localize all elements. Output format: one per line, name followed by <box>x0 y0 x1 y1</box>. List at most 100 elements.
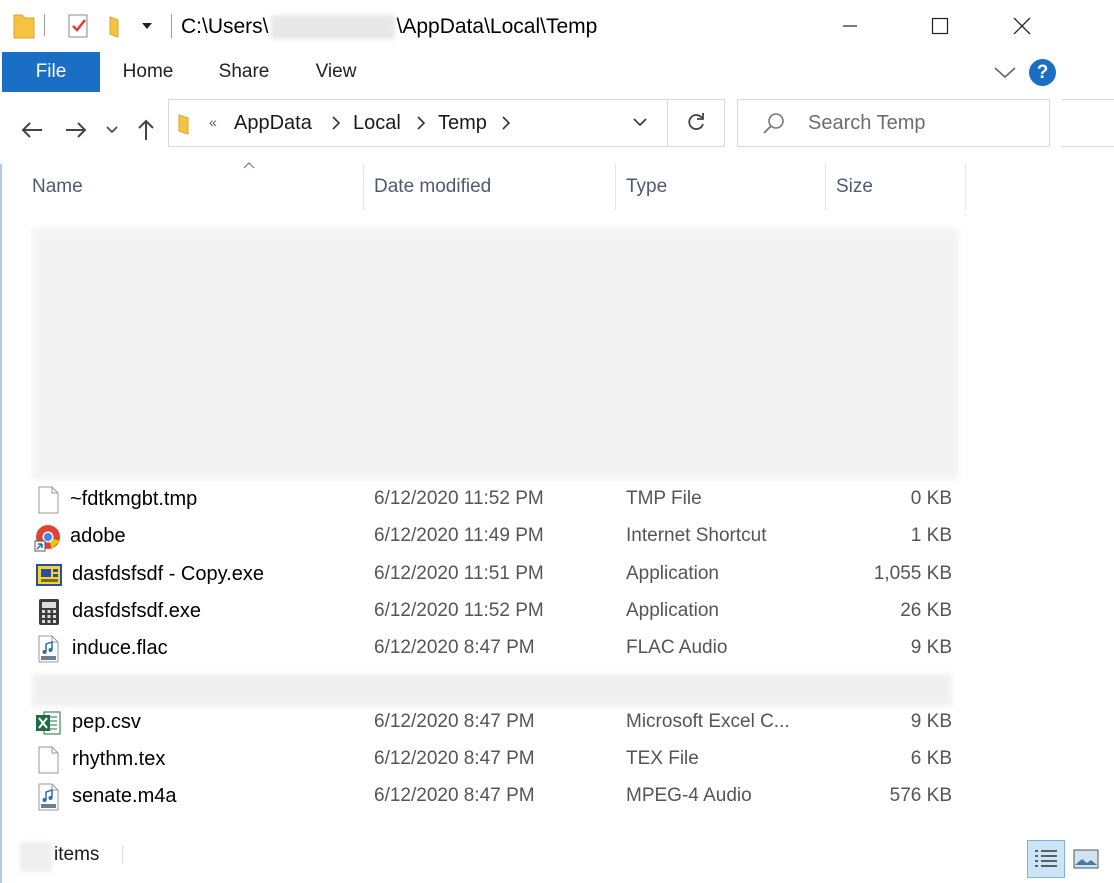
maximize-icon <box>931 17 949 35</box>
file-type: Application <box>626 563 719 584</box>
status-bar: items <box>0 838 1114 883</box>
column-header-name[interactable]: Name <box>22 164 362 210</box>
file-size: 1 KB <box>910 525 952 546</box>
blank-file-icon <box>34 485 62 515</box>
calculator-exe-icon <box>34 597 62 627</box>
up-button[interactable] <box>130 114 162 146</box>
blank-file-icon <box>34 745 62 775</box>
file-date: 6/12/2020 8:47 PM <box>374 785 535 806</box>
file-type: Microsoft Excel C... <box>626 711 790 732</box>
up-arrow-icon <box>138 119 154 140</box>
chevron-right-icon[interactable] <box>501 115 511 136</box>
properties-icon[interactable] <box>66 12 90 45</box>
customize-toolbar-dropdown-icon[interactable] <box>140 18 154 37</box>
column-headers: Name Date modified Type Size <box>0 164 1114 212</box>
recent-locations-button[interactable] <box>98 114 126 146</box>
large-icons-view-icon <box>1073 849 1099 869</box>
forward-arrow-icon <box>66 122 87 138</box>
column-header-type[interactable]: Type <box>616 164 824 210</box>
file-name: dasfdsfsdf - Copy.exe <box>72 563 264 585</box>
file-date: 6/12/2020 8:47 PM <box>374 748 535 769</box>
title-suffix: \AppData\Local\Temp <box>396 15 598 38</box>
details-view-button[interactable] <box>1027 840 1065 878</box>
qa-divider <box>44 14 45 36</box>
file-date: 6/12/2020 11:52 PM <box>374 488 544 509</box>
new-folder-icon[interactable] <box>106 12 128 45</box>
file-name: induce.flac <box>72 637 168 659</box>
breadcrumb-appdata[interactable]: AppData <box>234 112 312 135</box>
column-header-date[interactable]: Date modified <box>364 164 614 210</box>
back-arrow-icon <box>21 122 42 138</box>
back-button[interactable] <box>16 114 48 146</box>
ribbon-tabs: File Home Share View ? <box>0 52 1114 92</box>
file-type: MPEG-4 Audio <box>626 785 752 806</box>
help-button[interactable]: ? <box>1029 59 1056 86</box>
details-view-icon <box>1035 850 1057 867</box>
minimize-icon <box>843 25 857 27</box>
minimize-button[interactable] <box>814 0 886 52</box>
file-type: TEX File <box>626 748 699 769</box>
forward-button[interactable] <box>60 114 92 146</box>
redacted-item-count <box>20 842 52 872</box>
close-button[interactable] <box>986 0 1058 52</box>
tab-share[interactable]: Share <box>208 52 280 92</box>
file-date: 6/12/2020 11:49 PM <box>374 525 544 546</box>
file-size: 1,055 KB <box>873 563 952 584</box>
breadcrumb-temp[interactable]: Temp <box>438 112 487 135</box>
file-name: rhythm.tex <box>72 748 166 770</box>
file-size: 6 KB <box>910 748 952 769</box>
file-row[interactable]: rhythm.tex 6/12/2020 8:47 PM TEX File 6 … <box>0 742 1114 779</box>
file-size: 576 KB <box>889 785 952 806</box>
file-type: FLAC Audio <box>626 637 728 658</box>
search-box[interactable]: Search Temp <box>737 99 1050 147</box>
file-row[interactable]: dasfdsfsdf.exe 6/12/2020 11:52 PM Applic… <box>0 594 1114 631</box>
file-name: pep.csv <box>72 711 141 733</box>
expand-ribbon-chevron-icon[interactable] <box>992 62 1018 87</box>
file-size: 9 KB <box>910 637 952 658</box>
audio-file-icon <box>34 634 62 664</box>
file-name: dasfdsfsdf.exe <box>72 600 201 622</box>
file-row[interactable]: induce.flac 6/12/2020 8:47 PM FLAC Audio… <box>0 631 1114 668</box>
tab-view[interactable]: View <box>300 52 372 92</box>
address-bar[interactable]: « AppData Local Temp <box>168 99 725 147</box>
file-row[interactable]: senate.m4a 6/12/2020 8:47 PM MPEG-4 Audi… <box>0 779 1114 816</box>
chrome-shortcut-icon <box>34 522 62 552</box>
tab-file[interactable]: File <box>2 52 100 92</box>
folder-icon <box>175 111 197 142</box>
file-row[interactable]: pep.csv 6/12/2020 8:47 PM Microsoft Exce… <box>0 705 1114 742</box>
maximize-button[interactable] <box>904 0 976 52</box>
refresh-icon[interactable] <box>685 111 707 138</box>
title-divider <box>171 14 172 38</box>
tab-home[interactable]: Home <box>112 52 184 92</box>
window-title: C:\Users\ \AppData\Local\Temp <box>181 15 598 40</box>
column-separator[interactable] <box>965 164 966 210</box>
item-count-label: items <box>54 844 100 865</box>
file-row[interactable]: dasfdsfsdf - Copy.exe 6/12/2020 11:51 PM… <box>0 557 1114 594</box>
address-history-dropdown-icon[interactable] <box>631 114 649 135</box>
breadcrumb-local[interactable]: Local <box>353 112 401 135</box>
large-icons-view-button[interactable] <box>1071 844 1101 874</box>
file-row[interactable]: adobe 6/12/2020 11:49 PM Internet Shortc… <box>0 519 1114 556</box>
file-name: senate.m4a <box>72 785 177 807</box>
file-row[interactable]: ~fdtkmgbt.tmp 6/12/2020 11:52 PM TMP Fil… <box>0 482 1114 519</box>
file-date: 6/12/2020 11:52 PM <box>374 600 544 621</box>
redacted-file-row <box>32 674 952 706</box>
chevron-right-icon[interactable] <box>331 115 341 136</box>
title-bar: C:\Users\ \AppData\Local\Temp <box>0 0 1114 52</box>
file-type: Internet Shortcut <box>626 525 767 546</box>
file-size: 26 KB <box>900 600 952 621</box>
column-header-size[interactable]: Size <box>826 164 964 210</box>
excel-file-icon <box>34 708 62 738</box>
nav-overflow-area <box>1062 99 1114 147</box>
search-input[interactable]: Search Temp <box>808 112 925 135</box>
address-divider <box>667 100 668 146</box>
file-name: ~fdtkmgbt.tmp <box>70 488 198 510</box>
file-size: 0 KB <box>910 488 952 509</box>
title-prefix: C:\Users\ <box>181 15 269 38</box>
file-type: Application <box>626 600 719 621</box>
chevron-right-icon[interactable] <box>416 115 426 136</box>
breadcrumb-overflow[interactable]: « <box>209 114 217 130</box>
status-divider <box>122 846 123 864</box>
navigation-bar: « AppData Local Temp Search Temp <box>0 92 1114 164</box>
file-date: 6/12/2020 8:47 PM <box>374 637 535 658</box>
